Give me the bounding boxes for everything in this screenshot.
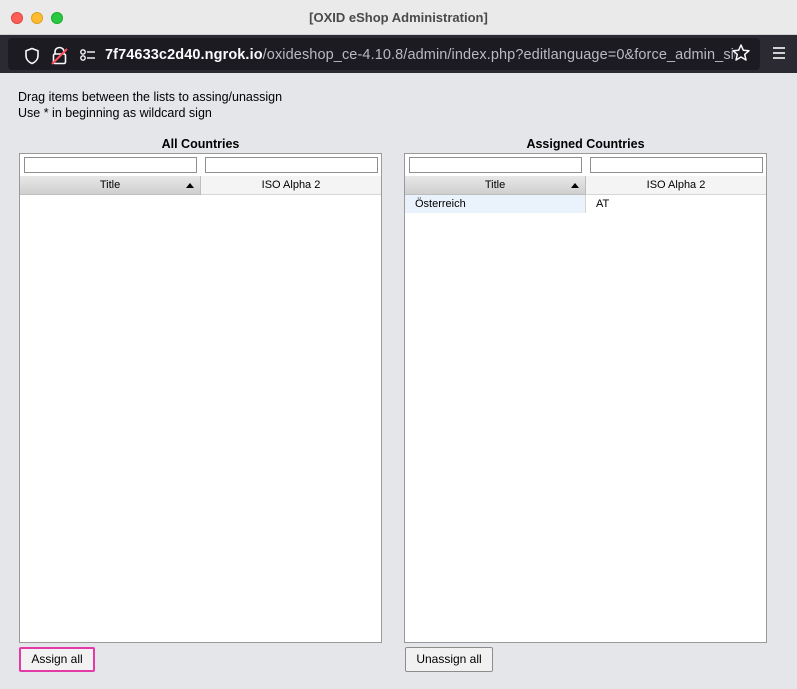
permissions-icon[interactable] <box>79 49 97 61</box>
column-header-label: ISO Alpha 2 <box>646 179 706 191</box>
assigned-countries-title: Assigned Countries <box>526 137 645 151</box>
assigned-countries-iso-column-header[interactable]: ISO Alpha 2 <box>586 176 766 195</box>
country-title-cell: Österreich <box>405 195 586 213</box>
hamburger-menu-icon[interactable] <box>771 46 787 60</box>
all-countries-iso-column-header[interactable]: ISO Alpha 2 <box>201 176 381 195</box>
sort-ascending-icon <box>571 183 579 188</box>
column-header-label: Title <box>484 179 506 191</box>
all-countries-iso-filter[interactable] <box>205 157 378 173</box>
browser-window: [OXID eShop Administration] 7f74633c2d40… <box>0 0 797 689</box>
assigned-countries-iso-filter[interactable] <box>590 157 763 173</box>
url-bar: 7f74633c2d40.ngrok.io/oxideshop_ce-4.10.… <box>0 35 797 73</box>
table-row[interactable]: Österreich AT <box>405 195 766 213</box>
all-countries-title-column-header[interactable]: Title <box>20 176 201 195</box>
sort-ascending-icon <box>186 183 194 188</box>
instructions-line-1: Drag items between the lists to assing/u… <box>18 90 283 104</box>
country-iso-cell: AT <box>596 198 610 210</box>
column-header-label: Title <box>99 179 121 191</box>
lock-warning-icon[interactable] <box>51 46 69 66</box>
assign-all-button[interactable]: Assign all <box>19 647 95 672</box>
page-content: Drag items between the lists to assing/u… <box>0 73 797 689</box>
all-countries-title: All Countries <box>161 137 240 151</box>
assigned-countries-title-filter[interactable] <box>409 157 582 173</box>
unassign-all-button[interactable]: Unassign all <box>405 647 493 672</box>
address-field[interactable]: 7f74633c2d40.ngrok.io/oxideshop_ce-4.10.… <box>8 38 760 70</box>
assigned-countries-title-column-header[interactable]: Title <box>405 176 586 195</box>
all-countries-title-filter[interactable] <box>24 157 197 173</box>
url-host: 7f74633c2d40.ngrok.io <box>105 47 263 63</box>
column-header-label: ISO Alpha 2 <box>261 179 321 191</box>
shield-icon[interactable] <box>24 47 40 65</box>
all-countries-list[interactable]: Title ISO Alpha 2 <box>19 153 382 643</box>
window-title: [OXID eShop Administration] <box>309 10 488 25</box>
title-bar: [OXID eShop Administration] <box>0 0 797 35</box>
instructions-line-2: Use * in beginning as wildcard sign <box>18 106 212 120</box>
bookmark-star-icon[interactable] <box>731 43 751 63</box>
url-text[interactable]: 7f74633c2d40.ngrok.io/oxideshop_ce-4.10.… <box>105 47 735 63</box>
url-path: /oxideshop_ce-4.10.8/admin/index.php?edi… <box>262 47 735 63</box>
assigned-countries-list[interactable]: Title ISO Alpha 2 Österreich AT <box>404 153 767 643</box>
